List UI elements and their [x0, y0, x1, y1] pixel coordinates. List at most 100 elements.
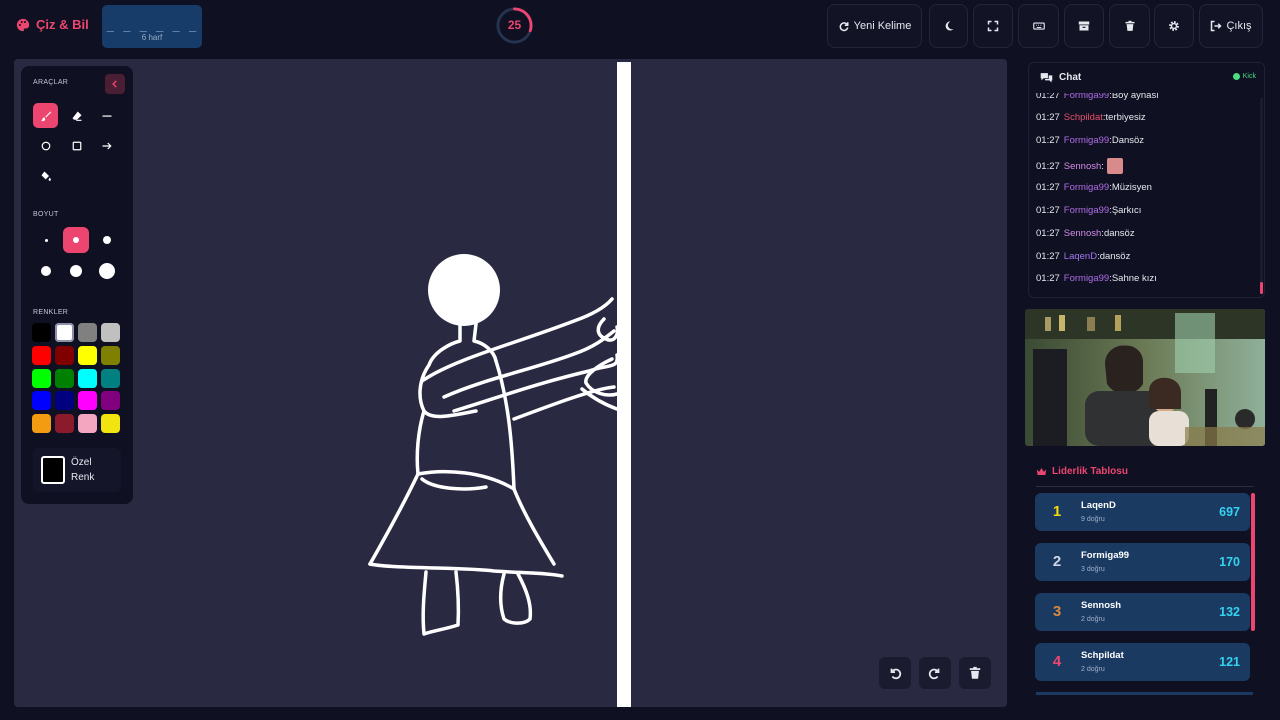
leaderboard-row-partial: [1036, 692, 1253, 695]
message-user[interactable]: Formiga99: [1064, 273, 1109, 284]
settings-button[interactable]: [1154, 4, 1194, 48]
player-name: LaqenD: [1081, 500, 1116, 511]
tool-rectangle[interactable]: [64, 133, 89, 158]
live-dot-icon: [1232, 73, 1240, 80]
message-time: 01:27: [1036, 205, 1060, 216]
gear-icon: [1169, 21, 1179, 31]
webcam-feed: [1025, 309, 1265, 446]
size-section-label: BOYUT: [33, 211, 59, 218]
undo-button[interactable]: [879, 657, 911, 689]
logout-button[interactable]: Çıkış: [1199, 4, 1263, 48]
webcam-image: [1025, 309, 1265, 446]
clear-button[interactable]: [1109, 4, 1150, 48]
round-timer: 25: [495, 6, 534, 45]
drawing-canvas[interactable]: [14, 59, 1007, 707]
size-option-1[interactable]: [33, 227, 59, 253]
color-swatch[interactable]: [101, 391, 120, 411]
keyboard-button[interactable]: [1018, 4, 1059, 48]
message-time: 01:27: [1036, 160, 1060, 172]
color-swatch[interactable]: [55, 391, 74, 411]
fullscreen-button[interactable]: [973, 4, 1013, 48]
collapse-panel-button[interactable]: [105, 74, 125, 94]
color-swatch[interactable]: [78, 323, 97, 342]
tool-fill[interactable]: [33, 163, 58, 188]
canvas-divider: [617, 62, 631, 707]
color-swatch[interactable]: [101, 345, 120, 365]
color-swatch[interactable]: [55, 345, 74, 365]
chat-message: 01:27 Formiga99: Şarkıcı: [1036, 205, 1141, 216]
drawing-strokes: [368, 254, 620, 636]
color-swatch[interactable]: [55, 368, 74, 388]
message-user[interactable]: Schpildat: [1064, 112, 1103, 123]
color-swatch[interactable]: [78, 391, 97, 411]
keyboard-icon: [1032, 22, 1045, 30]
leaderboard-scrollbar[interactable]: [1251, 493, 1255, 631]
message-time: 01:27: [1036, 251, 1060, 262]
player-name: Schpildat: [1081, 650, 1124, 661]
crown-icon: [1036, 467, 1047, 476]
message-text: dansöz: [1099, 251, 1131, 262]
size-option-3[interactable]: [94, 227, 120, 253]
palette-icon: [16, 18, 30, 31]
canvas-clear-button[interactable]: [959, 657, 991, 689]
player-correct-count: 2 doğru: [1081, 666, 1105, 673]
word-dashes: _ _ _ _ _ _: [106, 18, 198, 32]
message-time: 01:27: [1036, 273, 1060, 284]
message-user[interactable]: LaqenD: [1064, 251, 1097, 262]
size-option-2[interactable]: [63, 227, 89, 253]
color-swatch[interactable]: [101, 368, 120, 388]
player-score: 170: [1219, 555, 1240, 569]
theme-toggle-button[interactable]: [929, 4, 968, 48]
size-option-6[interactable]: [94, 258, 120, 284]
leaderboard-row: 3 Sennosh 2 doğru 132: [1035, 593, 1250, 631]
chat-scrollbar-thumb[interactable]: [1260, 282, 1263, 294]
color-swatch[interactable]: [32, 323, 51, 342]
custom-color-preview: [41, 456, 65, 484]
color-swatch[interactable]: [101, 414, 120, 434]
leaderboard-rank: 1: [1052, 503, 1062, 520]
message-user[interactable]: Formiga99: [1064, 205, 1109, 216]
size-option-5[interactable]: [63, 258, 89, 284]
archive-button[interactable]: [1064, 4, 1104, 48]
color-swatch[interactable]: [78, 368, 97, 388]
leaderboard-title: Liderlik Tablosu: [1036, 466, 1128, 477]
color-swatch[interactable]: [32, 414, 51, 434]
color-swatch[interactable]: [78, 414, 97, 434]
message-user[interactable]: Formiga99: [1064, 135, 1109, 146]
color-swatch[interactable]: [78, 345, 97, 365]
chat-scrollbar[interactable]: [1260, 98, 1263, 294]
tool-arrow[interactable]: [94, 133, 119, 158]
color-swatch[interactable]: [101, 323, 120, 342]
redo-button[interactable]: [919, 657, 951, 689]
message-time: 01:27: [1036, 135, 1060, 146]
chat-messages[interactable]: 01:27 Formiga99: Boy aynası 01:27 Schpildat…: [1036, 93, 1256, 293]
message-user[interactable]: Formiga99: [1064, 182, 1109, 193]
color-swatch[interactable]: [32, 345, 51, 365]
sign-out-icon: [1211, 20, 1223, 32]
new-word-button[interactable]: Yeni Kelime: [827, 4, 922, 48]
color-swatch[interactable]: [32, 368, 51, 388]
tool-brush[interactable]: [33, 103, 58, 128]
tool-circle[interactable]: [33, 133, 58, 158]
size-option-4[interactable]: [33, 258, 59, 284]
timer-value: 25: [507, 18, 522, 32]
app-brand[interactable]: Çiz & Bil: [16, 17, 89, 32]
player-score: 121: [1219, 655, 1240, 669]
circle-icon: [41, 141, 50, 150]
color-swatch[interactable]: [55, 414, 74, 434]
message-user[interactable]: Sennosh: [1064, 228, 1102, 239]
chat-message: 01:27 Sennosh:: [1036, 158, 1123, 174]
emote-image: [1106, 158, 1123, 174]
custom-color-button[interactable]: Özel Renk: [33, 448, 121, 492]
player-name: Formiga99: [1081, 550, 1130, 561]
message-user[interactable]: Formiga99: [1064, 93, 1109, 101]
color-swatch[interactable]: [32, 391, 51, 411]
eraser-icon: [72, 111, 81, 121]
message-text: terbiyesiz: [1105, 112, 1146, 123]
archive-icon: [1078, 21, 1090, 31]
chat-message: 01:27 Formiga99: Müzisyen: [1036, 182, 1152, 193]
message-user[interactable]: Sennosh: [1064, 161, 1102, 172]
tool-eraser[interactable]: [64, 103, 89, 128]
color-swatch[interactable]: [55, 323, 74, 342]
tool-line[interactable]: [94, 103, 119, 128]
